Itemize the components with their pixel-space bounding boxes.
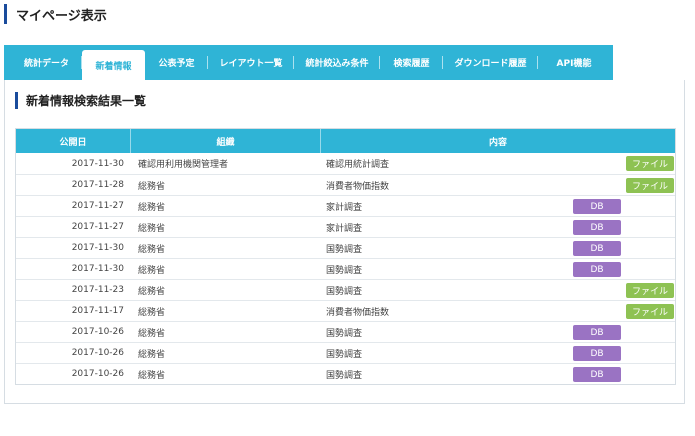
table-row: 2017-10-26 総務省 国勢調査 DB xyxy=(16,342,675,363)
cell-date: 2017-10-26 xyxy=(71,327,124,337)
results-table: 公開日 組織 内容 2017-11-30 確認用利用機関管理者 確認用統計調査 ファイ… xyxy=(15,128,676,385)
cell-action: DB xyxy=(569,238,675,258)
file-button[interactable]: ファイル xyxy=(626,156,674,171)
table-row: 2017-11-27 総務省 家計調査 DB xyxy=(16,195,675,216)
cell-subject: 国勢調査 xyxy=(326,244,363,255)
tab-download-history[interactable]: ダウンロード履歴 xyxy=(443,45,538,80)
table-row: 2017-11-27 総務省 家計調査 DB xyxy=(16,216,675,237)
section-title: 新着情報検索結果一覧 xyxy=(26,94,147,108)
cell-org: 総務省 xyxy=(138,265,166,276)
tab-filter-conditions[interactable]: 統計絞込み条件 xyxy=(294,45,380,80)
table-row: 2017-11-23 総務省 国勢調査 ファイル xyxy=(16,279,675,300)
table-row: 2017-11-28 総務省 消費者物価指数 ファイル xyxy=(16,174,675,195)
cell-action: DB xyxy=(569,259,675,279)
cell-date: 2017-11-17 xyxy=(71,306,124,316)
tab-search-history[interactable]: 検索履歴 xyxy=(380,45,443,80)
cell-org: 総務省 xyxy=(138,307,166,318)
tab-statistics-data[interactable]: 統計データ xyxy=(11,45,82,80)
cell-action: DB xyxy=(569,217,675,237)
db-button[interactable]: DB xyxy=(573,346,621,361)
cell-action: DB xyxy=(569,322,675,342)
cell-date: 2017-11-23 xyxy=(71,285,124,295)
cell-subject: 消費者物価指数 xyxy=(326,181,390,192)
cell-date: 2017-11-27 xyxy=(71,222,124,232)
table-body: 2017-11-30 確認用利用機関管理者 確認用統計調査 ファイル 2017-11-2… xyxy=(16,153,675,384)
column-header-org: 組織 xyxy=(130,129,320,153)
cell-org: 総務省 xyxy=(138,181,166,192)
cell-subject: 家計調査 xyxy=(326,223,363,234)
tab-layout-list[interactable]: レイアウト一覧 xyxy=(208,45,294,80)
table-row: 2017-11-17 総務省 消費者物価指数 ファイル xyxy=(16,300,675,321)
cell-subject: 消費者物価指数 xyxy=(326,307,390,318)
tab-bar: 統計データ 新着情報 公表予定 レイアウト一覧 統計絞込み条件 検索履歴 ダウン… xyxy=(4,45,613,80)
cell-org: 総務省 xyxy=(138,328,166,339)
cell-action: DB xyxy=(569,364,675,384)
db-button[interactable]: DB xyxy=(573,220,621,235)
cell-subject: 国勢調査 xyxy=(326,328,363,339)
section-header: 新着情報検索結果一覧 xyxy=(15,92,146,109)
table-row: 2017-11-30 確認用利用機関管理者 確認用統計調査 ファイル xyxy=(16,153,675,174)
table-row: 2017-10-26 総務省 国勢調査 DB xyxy=(16,321,675,342)
column-header-content: 内容 xyxy=(320,129,675,153)
cell-org: 総務省 xyxy=(138,244,166,255)
cell-date: 2017-10-26 xyxy=(71,348,124,358)
cell-date: 2017-10-26 xyxy=(71,369,124,379)
db-button[interactable]: DB xyxy=(573,262,621,277)
cell-subject: 国勢調査 xyxy=(326,265,363,276)
content-panel: 新着情報検索結果一覧 公開日 組織 内容 2017-11-30 確認用利用機関管理… xyxy=(4,80,685,404)
table-row: 2017-11-30 総務省 国勢調査 DB xyxy=(16,258,675,279)
cell-action: ファイル xyxy=(569,301,675,321)
tab-new-info[interactable]: 新着情報 xyxy=(82,50,145,80)
file-button[interactable]: ファイル xyxy=(626,178,674,193)
cell-date: 2017-11-30 xyxy=(71,243,124,253)
table-header: 公開日 組織 内容 xyxy=(16,129,675,153)
db-button[interactable]: DB xyxy=(573,367,621,382)
cell-action: ファイル xyxy=(569,280,675,300)
cell-org: 総務省 xyxy=(138,349,166,360)
file-button[interactable]: ファイル xyxy=(626,283,674,298)
page-header: マイページ表示 xyxy=(4,4,107,24)
cell-date: 2017-11-30 xyxy=(71,158,124,169)
cell-subject: 確認用統計調査 xyxy=(326,160,390,170)
cell-org: 総務省 xyxy=(138,223,166,234)
db-button[interactable]: DB xyxy=(573,241,621,256)
db-button[interactable]: DB xyxy=(573,199,621,214)
table-row: 2017-11-30 総務省 国勢調査 DB xyxy=(16,237,675,258)
db-button[interactable]: DB xyxy=(573,325,621,340)
cell-action: ファイル xyxy=(569,175,675,195)
cell-action: DB xyxy=(569,196,675,216)
page-title: マイページ表示 xyxy=(16,8,107,24)
cell-org: 確認用利用機関管理者 xyxy=(138,160,229,170)
cell-org: 総務省 xyxy=(138,202,166,213)
cell-org: 総務省 xyxy=(138,286,166,297)
cell-date: 2017-11-28 xyxy=(71,180,124,190)
cell-action: ファイル xyxy=(569,153,675,174)
file-button[interactable]: ファイル xyxy=(626,304,674,319)
column-header-date: 公開日 xyxy=(59,137,87,148)
cell-date: 2017-11-27 xyxy=(71,201,124,211)
tab-api[interactable]: API機能 xyxy=(538,45,610,80)
cell-action: DB xyxy=(569,343,675,363)
table-row: 2017-10-26 総務省 国勢調査 DB xyxy=(16,363,675,384)
cell-subject: 国勢調査 xyxy=(326,370,363,381)
cell-org: 総務省 xyxy=(138,370,166,381)
cell-subject: 家計調査 xyxy=(326,202,363,213)
cell-subject: 国勢調査 xyxy=(326,286,363,297)
tab-publication-schedule[interactable]: 公表予定 xyxy=(145,45,208,80)
cell-date: 2017-11-30 xyxy=(71,264,124,274)
cell-subject: 国勢調査 xyxy=(326,349,363,360)
